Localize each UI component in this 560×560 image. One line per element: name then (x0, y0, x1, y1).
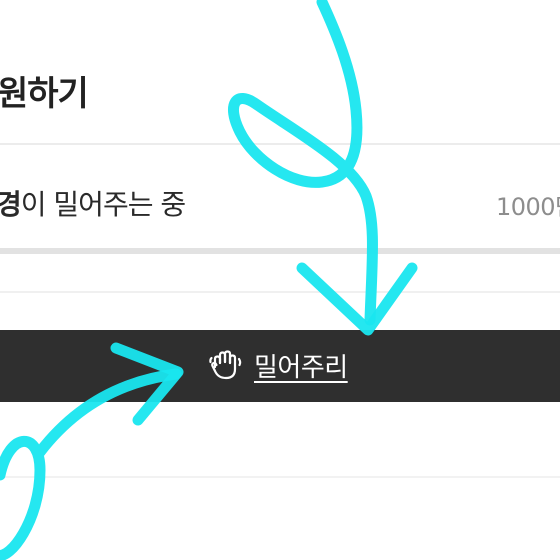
supporter-name: 경 (0, 188, 22, 221)
divider (0, 476, 560, 478)
supporter-status-label: 이 밀어주는 중 (20, 188, 186, 221)
section-title: 원하기 (0, 74, 89, 114)
section-divider (0, 248, 560, 254)
divider (0, 291, 560, 293)
annotation-arrowhead (296, 262, 418, 336)
push-button-label: 밀어주리 (254, 353, 348, 383)
push-button[interactable]: 밀어주리 (0, 330, 560, 402)
hand-icon (209, 350, 242, 380)
supporter-status-text: 경이 밀어주는 중 (0, 183, 186, 223)
supporter-status-row: 경이 밀어주는 중 1000만 (0, 145, 560, 248)
support-amount: 1000만 (496, 193, 560, 221)
